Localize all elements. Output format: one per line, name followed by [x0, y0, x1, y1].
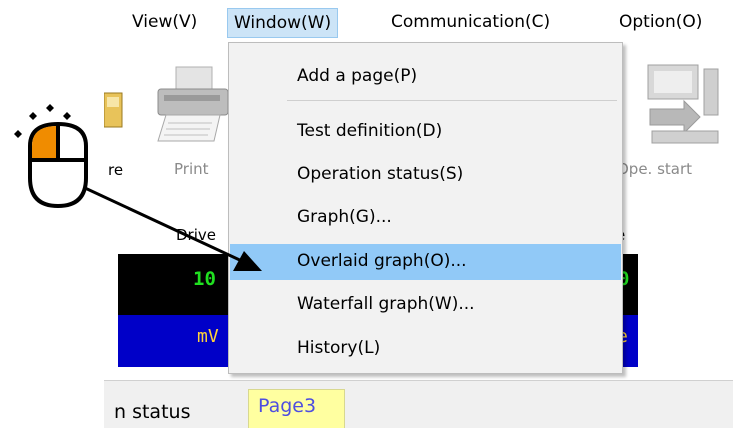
- status-left-unit: mV: [197, 326, 219, 347]
- menu-option[interactable]: Option(O): [613, 8, 708, 38]
- window-menu-dropdown: Add a page(P) Test definition(D) Operati…: [228, 42, 623, 374]
- status-left-header: Drive: [176, 226, 216, 244]
- ope-start-icon[interactable]: [644, 61, 724, 147]
- save-icon[interactable]: [104, 83, 134, 133]
- menu-item-label: Test definition(D): [297, 121, 443, 141]
- menu-item-add-page[interactable]: Add a page(P): [230, 59, 621, 95]
- page-tab-strip: n status Page3: [104, 380, 733, 428]
- menu-item-label: Waterfall graph(W)...: [297, 294, 475, 314]
- menu-separator: [287, 100, 617, 101]
- menu-item-label: History(L): [297, 338, 381, 358]
- menu-item-label: Operation status(S): [297, 164, 464, 184]
- menu-communication[interactable]: Communication(C): [385, 8, 556, 38]
- menu-item-graph[interactable]: Graph(G)...: [230, 200, 621, 236]
- menu-item-waterfall-graph[interactable]: Waterfall graph(W)...: [230, 287, 621, 323]
- ope-start-button-label[interactable]: Ope. start: [617, 160, 692, 178]
- menu-view[interactable]: View(V): [126, 8, 203, 38]
- menu-bar: View(V) Window(W) Communication(C) Optio…: [112, 0, 733, 43]
- print-button-label[interactable]: Print: [174, 160, 209, 178]
- menu-item-operation-status[interactable]: Operation status(S): [230, 157, 621, 193]
- menu-item-history[interactable]: History(L): [230, 331, 621, 367]
- menu-item-label: Overlaid graph(O)...: [297, 251, 467, 271]
- status-left-value: 10: [193, 268, 216, 290]
- tab-page3[interactable]: Page3: [248, 389, 345, 428]
- menu-item-label: Graph(G)...: [297, 207, 392, 227]
- menu-item-label: Add a page(P): [297, 66, 418, 86]
- mouse-click-icon: [14, 104, 88, 209]
- menu-item-overlaid-graph[interactable]: Overlaid graph(O)...: [230, 244, 621, 280]
- menu-item-test-definition[interactable]: Test definition(D): [230, 114, 621, 150]
- menu-window[interactable]: Window(W): [227, 8, 339, 38]
- printer-icon[interactable]: [154, 65, 230, 143]
- tab-operation-status[interactable]: n status: [114, 401, 190, 423]
- save-button-label[interactable]: re: [108, 161, 123, 179]
